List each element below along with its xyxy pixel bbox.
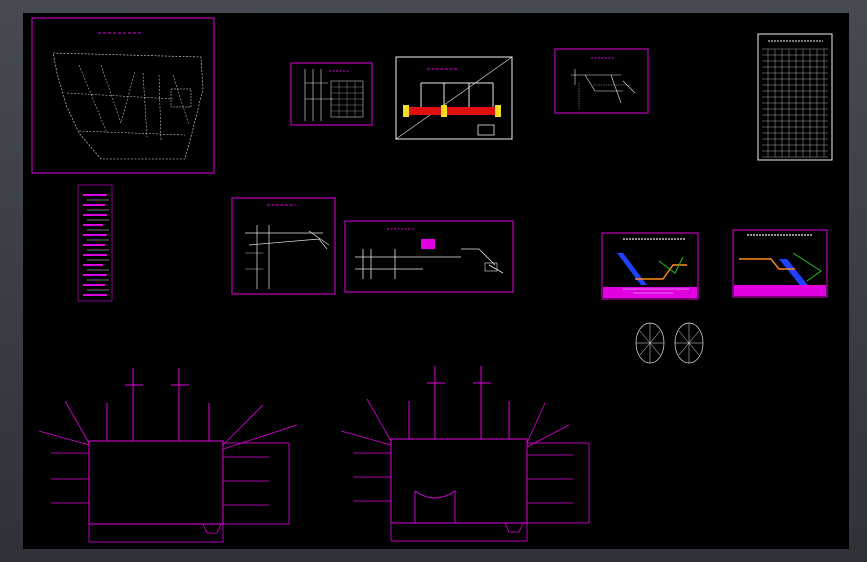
elevation-1-wing [222,442,290,525]
cad-drawing [31,17,833,543]
sheet-flow-2[interactable] [732,229,828,298]
section-d-magenta-block [421,239,435,249]
drawing-canvas[interactable] [23,13,849,549]
elevation-1-body [88,440,224,525]
flow-1-orange-pipe [635,264,687,280]
elevation-2[interactable] [340,366,590,542]
cad-viewport-frame [0,0,867,562]
sheet-flow-1[interactable] [601,232,699,300]
section-a-grid-lines [331,81,363,117]
elevation-1-pipes [106,368,210,441]
elevation-2-notch [504,522,524,533]
elevation-1[interactable] [38,368,298,543]
sheet-section-c[interactable] [231,197,336,295]
elevation-1-base [88,523,224,543]
sheet-section-d-border [344,220,514,293]
sheet-section-c-border [231,197,336,295]
elevation-2-pipes [408,366,510,439]
table-grid [762,48,828,158]
section-a-piping [304,69,333,121]
elevation-1-leaders [38,400,298,506]
flow-2-blue-slope [779,259,811,289]
section-c-linework [245,225,330,289]
plan-roads [66,64,190,142]
flow-2-magenta-base [734,285,826,296]
section-b-hidden-lines [578,83,631,109]
sheet-plan-border [31,17,215,174]
plan-outline [52,52,204,160]
section-b-linework [571,69,636,104]
sphere-details[interactable] [635,322,704,364]
sheet-section-a-border [290,62,373,126]
process-equipment [477,124,495,136]
plan-block [170,88,192,108]
elevation-2-body [390,438,528,524]
legend-strip[interactable] [77,184,113,302]
elevation-2-leaders [340,398,573,504]
process-yellow-right [495,105,501,117]
process-yellow-left [403,105,409,117]
process-red-bar [407,107,501,115]
elevation-2-arch [414,490,456,523]
sheet-section-b-border [554,48,649,114]
process-yellow-mid [441,105,447,117]
section-c-dimensions [245,252,263,270]
sheet-section-d[interactable] [344,220,514,293]
legend-strip-border [77,184,113,302]
sheet-table[interactable] [757,33,833,161]
flow-1-green-line [658,256,684,274]
sheet-plan[interactable] [31,17,215,174]
sheet-section-b[interactable] [554,48,649,114]
section-d-equipment [484,262,498,272]
flow-1-magenta-base [603,287,697,298]
section-d-linework [355,248,504,279]
flow-1-blue-slope [617,253,647,285]
sheet-process[interactable] [395,56,513,140]
elevation-1-notch [202,523,222,534]
sheet-section-a[interactable] [290,62,373,126]
